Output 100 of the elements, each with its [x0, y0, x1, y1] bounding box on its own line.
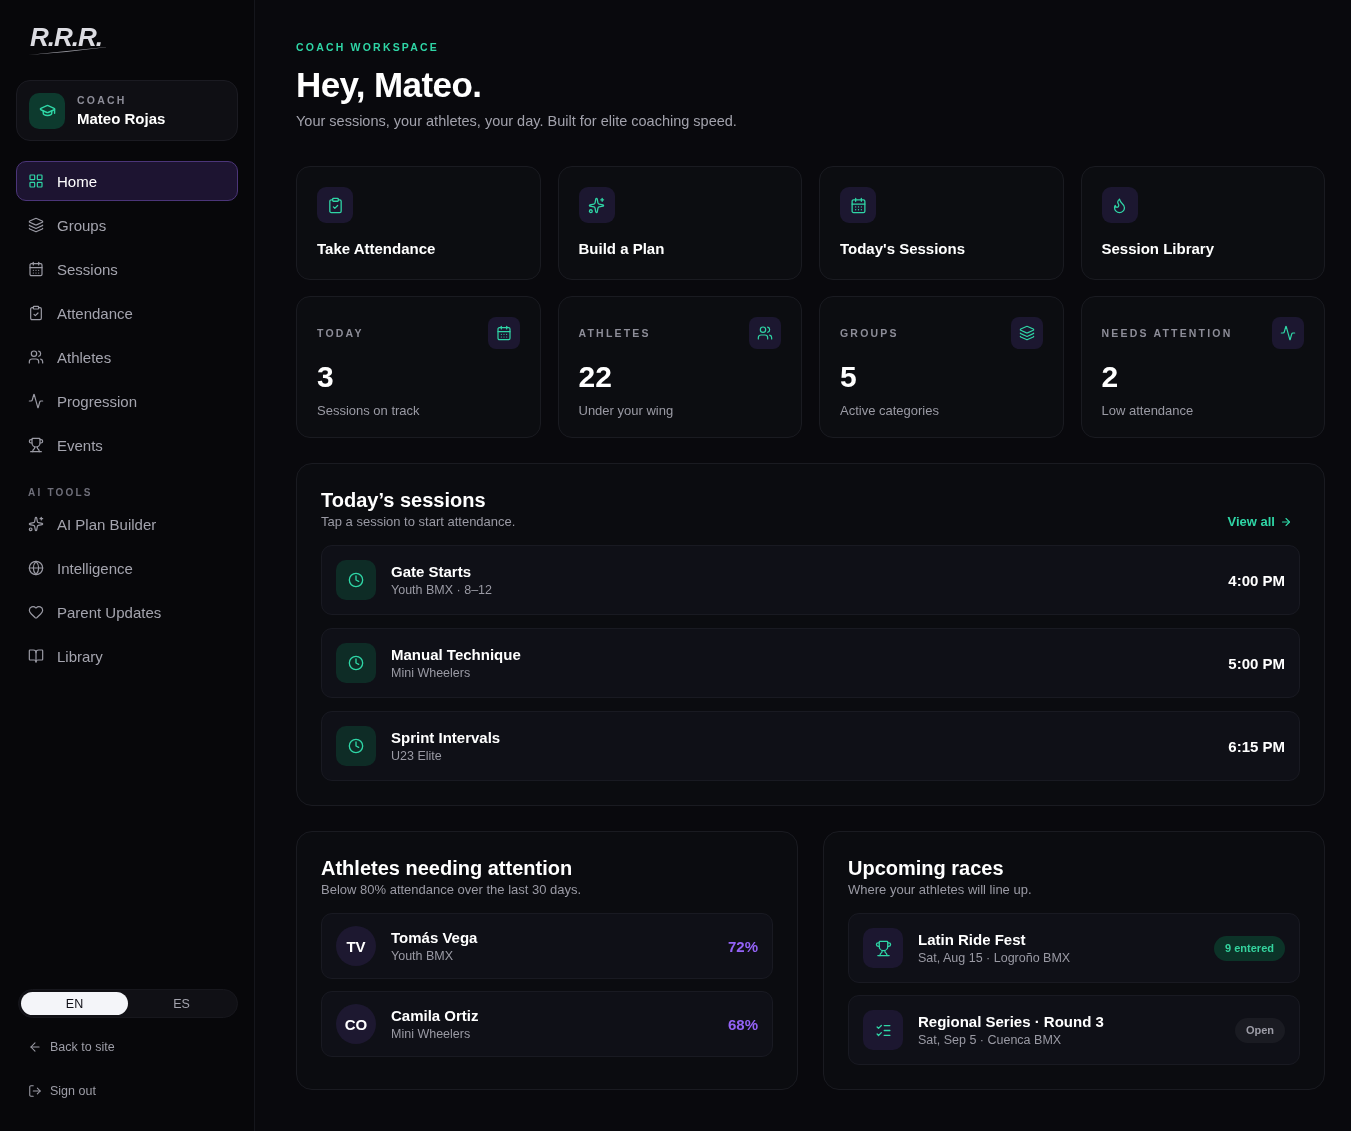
page-subtitle: Your sessions, your athletes, your day. Built for elite coaching speed.: [296, 113, 737, 129]
race-name: Latin Ride Fest: [918, 931, 1026, 948]
stat-value: 3: [317, 359, 334, 395]
globe-icon: [28, 560, 44, 576]
language-option[interactable]: EN: [21, 992, 128, 1015]
session-group: Mini Wheelers: [391, 666, 471, 680]
stat-caption: Low attendance: [1101, 403, 1194, 418]
panel-title: Athletes needing attention: [321, 856, 573, 881]
session-row[interactable]: Sprint Intervals U23 Elite 6:15 PM: [321, 711, 1300, 781]
flame-icon: [1101, 187, 1138, 223]
pulse-icon: [1272, 317, 1304, 349]
panel-title: Upcoming races: [848, 856, 1004, 881]
session-time: 6:15 PM: [1228, 737, 1285, 755]
stat-label: GROUPS: [840, 327, 899, 339]
pulse-icon: [28, 393, 44, 409]
book-icon: [28, 648, 44, 664]
stat-label: NEEDS ATTENTION: [1101, 327, 1233, 339]
profile-role: COACH: [77, 94, 127, 106]
sign-out-icon: [28, 1084, 42, 1098]
profile-name: Mateo Rojas: [77, 110, 166, 127]
logo[interactable]: R.R.R.: [26, 22, 106, 56]
athlete-row[interactable]: CO Camila Ortiz Mini Wheelers 68%: [321, 991, 773, 1057]
stat-value: 22: [578, 359, 612, 395]
panel-subtitle: Tap a session to start attendance.: [321, 514, 516, 529]
nav-item[interactable]: Groups: [16, 205, 238, 245]
stat-caption: Active categories: [840, 403, 939, 418]
clock-icon: [336, 643, 376, 683]
clipboard-check-icon: [317, 187, 353, 223]
session-row[interactable]: Gate Starts Youth BMX · 8–12 4:00 PM: [321, 545, 1300, 615]
nav-item[interactable]: Parent Updates: [16, 592, 238, 632]
checklist-icon: [863, 1010, 903, 1050]
session-name: Gate Starts: [391, 563, 472, 580]
sparkles-icon: [28, 516, 44, 532]
language-option[interactable]: ES: [128, 992, 235, 1015]
panel-subtitle: Below 80% attendance over the last 30 days.: [321, 882, 582, 897]
nav-item[interactable]: Events: [16, 425, 238, 465]
stat-value: 5: [840, 359, 857, 395]
status-badge: Open: [1234, 1017, 1285, 1043]
heart-icon: [28, 604, 44, 620]
nav-item[interactable]: Sessions: [16, 249, 238, 289]
quick-action-card[interactable]: Today's Sessions: [819, 166, 1064, 280]
race-name: Regional Series · Round 3: [918, 1013, 1104, 1030]
trophy-icon: [863, 928, 903, 968]
athlete-group: Mini Wheelers: [391, 1027, 471, 1041]
footer-link[interactable]: Sign out: [28, 1081, 96, 1101]
race-details: Sat, Aug 15 · Logroño BMX: [918, 951, 1071, 965]
view-all-link[interactable]: View all: [1227, 514, 1292, 529]
attendance-rate: 68%: [727, 1015, 758, 1033]
quick-action-card[interactable]: Build a Plan: [557, 166, 802, 280]
eyebrow-label: COACH WORKSPACE: [296, 41, 440, 53]
session-time: 5:00 PM: [1228, 654, 1285, 672]
calendar-icon: [28, 261, 44, 277]
stat-caption: Under your wing: [578, 403, 674, 418]
initials-avatar: CO: [336, 1004, 376, 1044]
athlete-row[interactable]: TV Tomás Vega Youth BMX 72%: [321, 913, 773, 979]
attendance-rate: 72%: [727, 937, 758, 955]
calendar-icon: [487, 317, 520, 349]
panel-title: Today’s sessions: [321, 488, 486, 513]
clock-icon: [336, 726, 376, 766]
session-name: Manual Technique: [391, 646, 521, 663]
athlete-name: Camila Ortiz: [391, 1007, 479, 1024]
session-time: 4:00 PM: [1228, 571, 1285, 589]
nav-item[interactable]: Attendance: [16, 293, 238, 333]
graduation-cap-icon: [29, 92, 65, 129]
initials-avatar: TV: [336, 926, 376, 966]
status-badge: 9 entered: [1214, 935, 1285, 961]
nav-item[interactable]: Library: [16, 636, 238, 676]
stat-label: TODAY: [317, 327, 364, 339]
athlete-name: Tomás Vega: [391, 929, 478, 946]
footer-link[interactable]: Back to site: [28, 1037, 115, 1057]
stat-caption: Sessions on track: [317, 403, 420, 418]
clock-icon: [336, 560, 376, 600]
trophy-icon: [28, 437, 44, 453]
arrow-left-icon: [28, 1040, 42, 1054]
race-row[interactable]: Regional Series · Round 3 Sat, Sep 5 · Cuenca BMX Open: [848, 995, 1300, 1065]
grid-icon: [28, 173, 44, 189]
stat-label: ATHLETES: [578, 327, 651, 339]
nav-item[interactable]: Progression: [16, 381, 238, 421]
session-name: Sprint Intervals: [391, 729, 501, 746]
section-label: AI TOOLS: [28, 487, 94, 498]
race-row[interactable]: Latin Ride Fest Sat, Aug 15 · Logroño BMX 9 entered: [848, 913, 1300, 983]
stat-value: 2: [1101, 359, 1119, 395]
users-icon: [28, 349, 44, 365]
quick-action-card[interactable]: Take Attendance: [296, 166, 541, 280]
layers-icon: [1010, 317, 1043, 349]
session-group: U23 Elite: [391, 749, 442, 763]
clipboard-check-icon: [28, 305, 44, 321]
calendar-icon: [840, 187, 876, 223]
session-row[interactable]: Manual Technique Mini Wheelers 5:00 PM: [321, 628, 1300, 698]
layers-icon: [28, 217, 44, 233]
nav-item[interactable]: AI Plan Builder: [16, 504, 238, 544]
panel-subtitle: Where your athletes will line up.: [848, 882, 1032, 897]
page-title: Hey, Mateo.: [296, 64, 482, 106]
nav-item[interactable]: Home: [16, 161, 238, 201]
session-group: Youth BMX · 8–12: [391, 583, 492, 597]
quick-action-card[interactable]: Session Library: [1080, 166, 1325, 280]
nav-item[interactable]: Intelligence: [16, 548, 238, 588]
nav-item[interactable]: Athletes: [16, 337, 238, 377]
sparkles-icon: [578, 187, 615, 223]
athlete-group: Youth BMX: [391, 949, 454, 963]
